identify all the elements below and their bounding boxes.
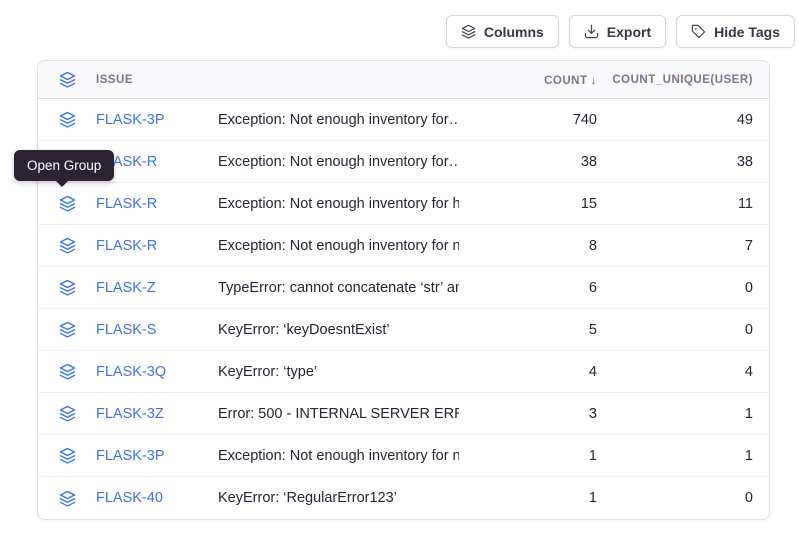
issue-title: Exception: Not enough inventory for n… [218,448,459,464]
column-header-count[interactable]: COUNT↓ [459,73,599,87]
issue-link[interactable]: FLASK-3Q [96,364,218,380]
sort-descending-icon: ↓ [591,73,598,87]
issue-title: KeyError: ‘type’ [218,364,459,380]
toolbar: Columns Export Hide Tags [446,15,795,48]
open-group-tooltip: Open Group [14,150,114,181]
group-icon[interactable] [59,321,76,338]
table-header-row: ISSUE COUNT↓ COUNT_UNIQUE(USER) [38,61,769,99]
count-unique-value: 0 [599,490,769,506]
issue-link[interactable]: FLASK-Z [96,280,218,296]
count-unique-value: 4 [599,364,769,380]
count-unique-value: 49 [599,112,769,128]
table-row[interactable]: FLASK-3Q KeyError: ‘type’ 4 4 [38,351,769,393]
issue-link[interactable]: FLASK-40 [96,490,218,506]
count-value: 38 [459,154,599,170]
count-value: 15 [459,196,599,212]
group-icon[interactable] [59,447,76,464]
group-icon[interactable] [59,490,76,507]
count-value: 6 [459,280,599,296]
issues-table: ISSUE COUNT↓ COUNT_UNIQUE(USER) FLASK-3P… [37,60,770,520]
issue-link[interactable]: FLASK-R [96,154,218,170]
count-value: 1 [459,490,599,506]
columns-button-label: Columns [484,24,544,40]
layers-icon [59,71,76,88]
hide-tags-button[interactable]: Hide Tags [676,15,795,48]
issue-link[interactable]: FLASK-3P [96,112,218,128]
issue-link[interactable]: FLASK-R [96,196,218,212]
hide-tags-button-label: Hide Tags [714,24,780,40]
table-row[interactable]: FLASK-3Z Error: 500 - INTERNAL SERVER ER… [38,393,769,435]
count-unique-value: 0 [599,322,769,338]
download-icon [584,24,599,39]
table-row[interactable]: FLASK-R Exception: Not enough inventory … [38,141,769,183]
group-icon[interactable] [59,111,76,128]
issue-title: KeyError: ‘keyDoesntExist’ [218,322,459,338]
header-icon-cell [38,71,96,88]
issue-link[interactable]: FLASK-3Z [96,406,218,422]
columns-button[interactable]: Columns [446,15,559,48]
table-row[interactable]: FLASK-Z TypeError: cannot concatenate ‘s… [38,267,769,309]
count-value: 4 [459,364,599,380]
export-button-label: Export [607,24,651,40]
table-row[interactable]: FLASK-3P Exception: Not enough inventory… [38,99,769,141]
issue-title: TypeError: cannot concatenate ‘str’ an… [218,280,459,296]
issue-title: KeyError: ‘RegularError123’ [218,490,459,506]
count-unique-value: 11 [599,196,769,212]
table-row[interactable]: FLASK-R Exception: Not enough inventory … [38,183,769,225]
group-icon[interactable] [59,405,76,422]
table-row[interactable]: FLASK-40 KeyError: ‘RegularError123’ 1 0 [38,477,769,519]
group-icon[interactable] [59,363,76,380]
group-icon[interactable] [59,237,76,254]
issue-title: Error: 500 - INTERNAL SERVER ERROR [218,406,459,422]
count-unique-value: 1 [599,406,769,422]
issue-link[interactable]: FLASK-S [96,322,218,338]
count-unique-value: 38 [599,154,769,170]
count-value: 8 [459,238,599,254]
count-value: 3 [459,406,599,422]
issue-title: Exception: Not enough inventory for… [218,112,459,128]
column-header-count-unique[interactable]: COUNT_UNIQUE(USER) [599,74,769,86]
count-value: 740 [459,112,599,128]
group-icon[interactable] [59,279,76,296]
count-unique-value: 1 [599,448,769,464]
table-row[interactable]: FLASK-S KeyError: ‘keyDoesntExist’ 5 0 [38,309,769,351]
tooltip-label: Open Group [27,158,101,173]
count-value: 5 [459,322,599,338]
issue-title: Exception: Not enough inventory for n… [218,238,459,254]
columns-layers-icon [461,24,476,39]
export-button[interactable]: Export [569,15,666,48]
tag-icon [691,24,706,39]
issue-title: Exception: Not enough inventory for h… [218,196,459,212]
table-row[interactable]: FLASK-3P Exception: Not enough inventory… [38,435,769,477]
table-row[interactable]: FLASK-R Exception: Not enough inventory … [38,225,769,267]
column-header-issue: ISSUE [96,74,218,86]
count-value: 1 [459,448,599,464]
group-icon[interactable] [59,195,76,212]
count-unique-value: 7 [599,238,769,254]
issue-title: Exception: Not enough inventory for… [218,154,459,170]
issue-link[interactable]: FLASK-3P [96,448,218,464]
issue-link[interactable]: FLASK-R [96,238,218,254]
count-unique-value: 0 [599,280,769,296]
